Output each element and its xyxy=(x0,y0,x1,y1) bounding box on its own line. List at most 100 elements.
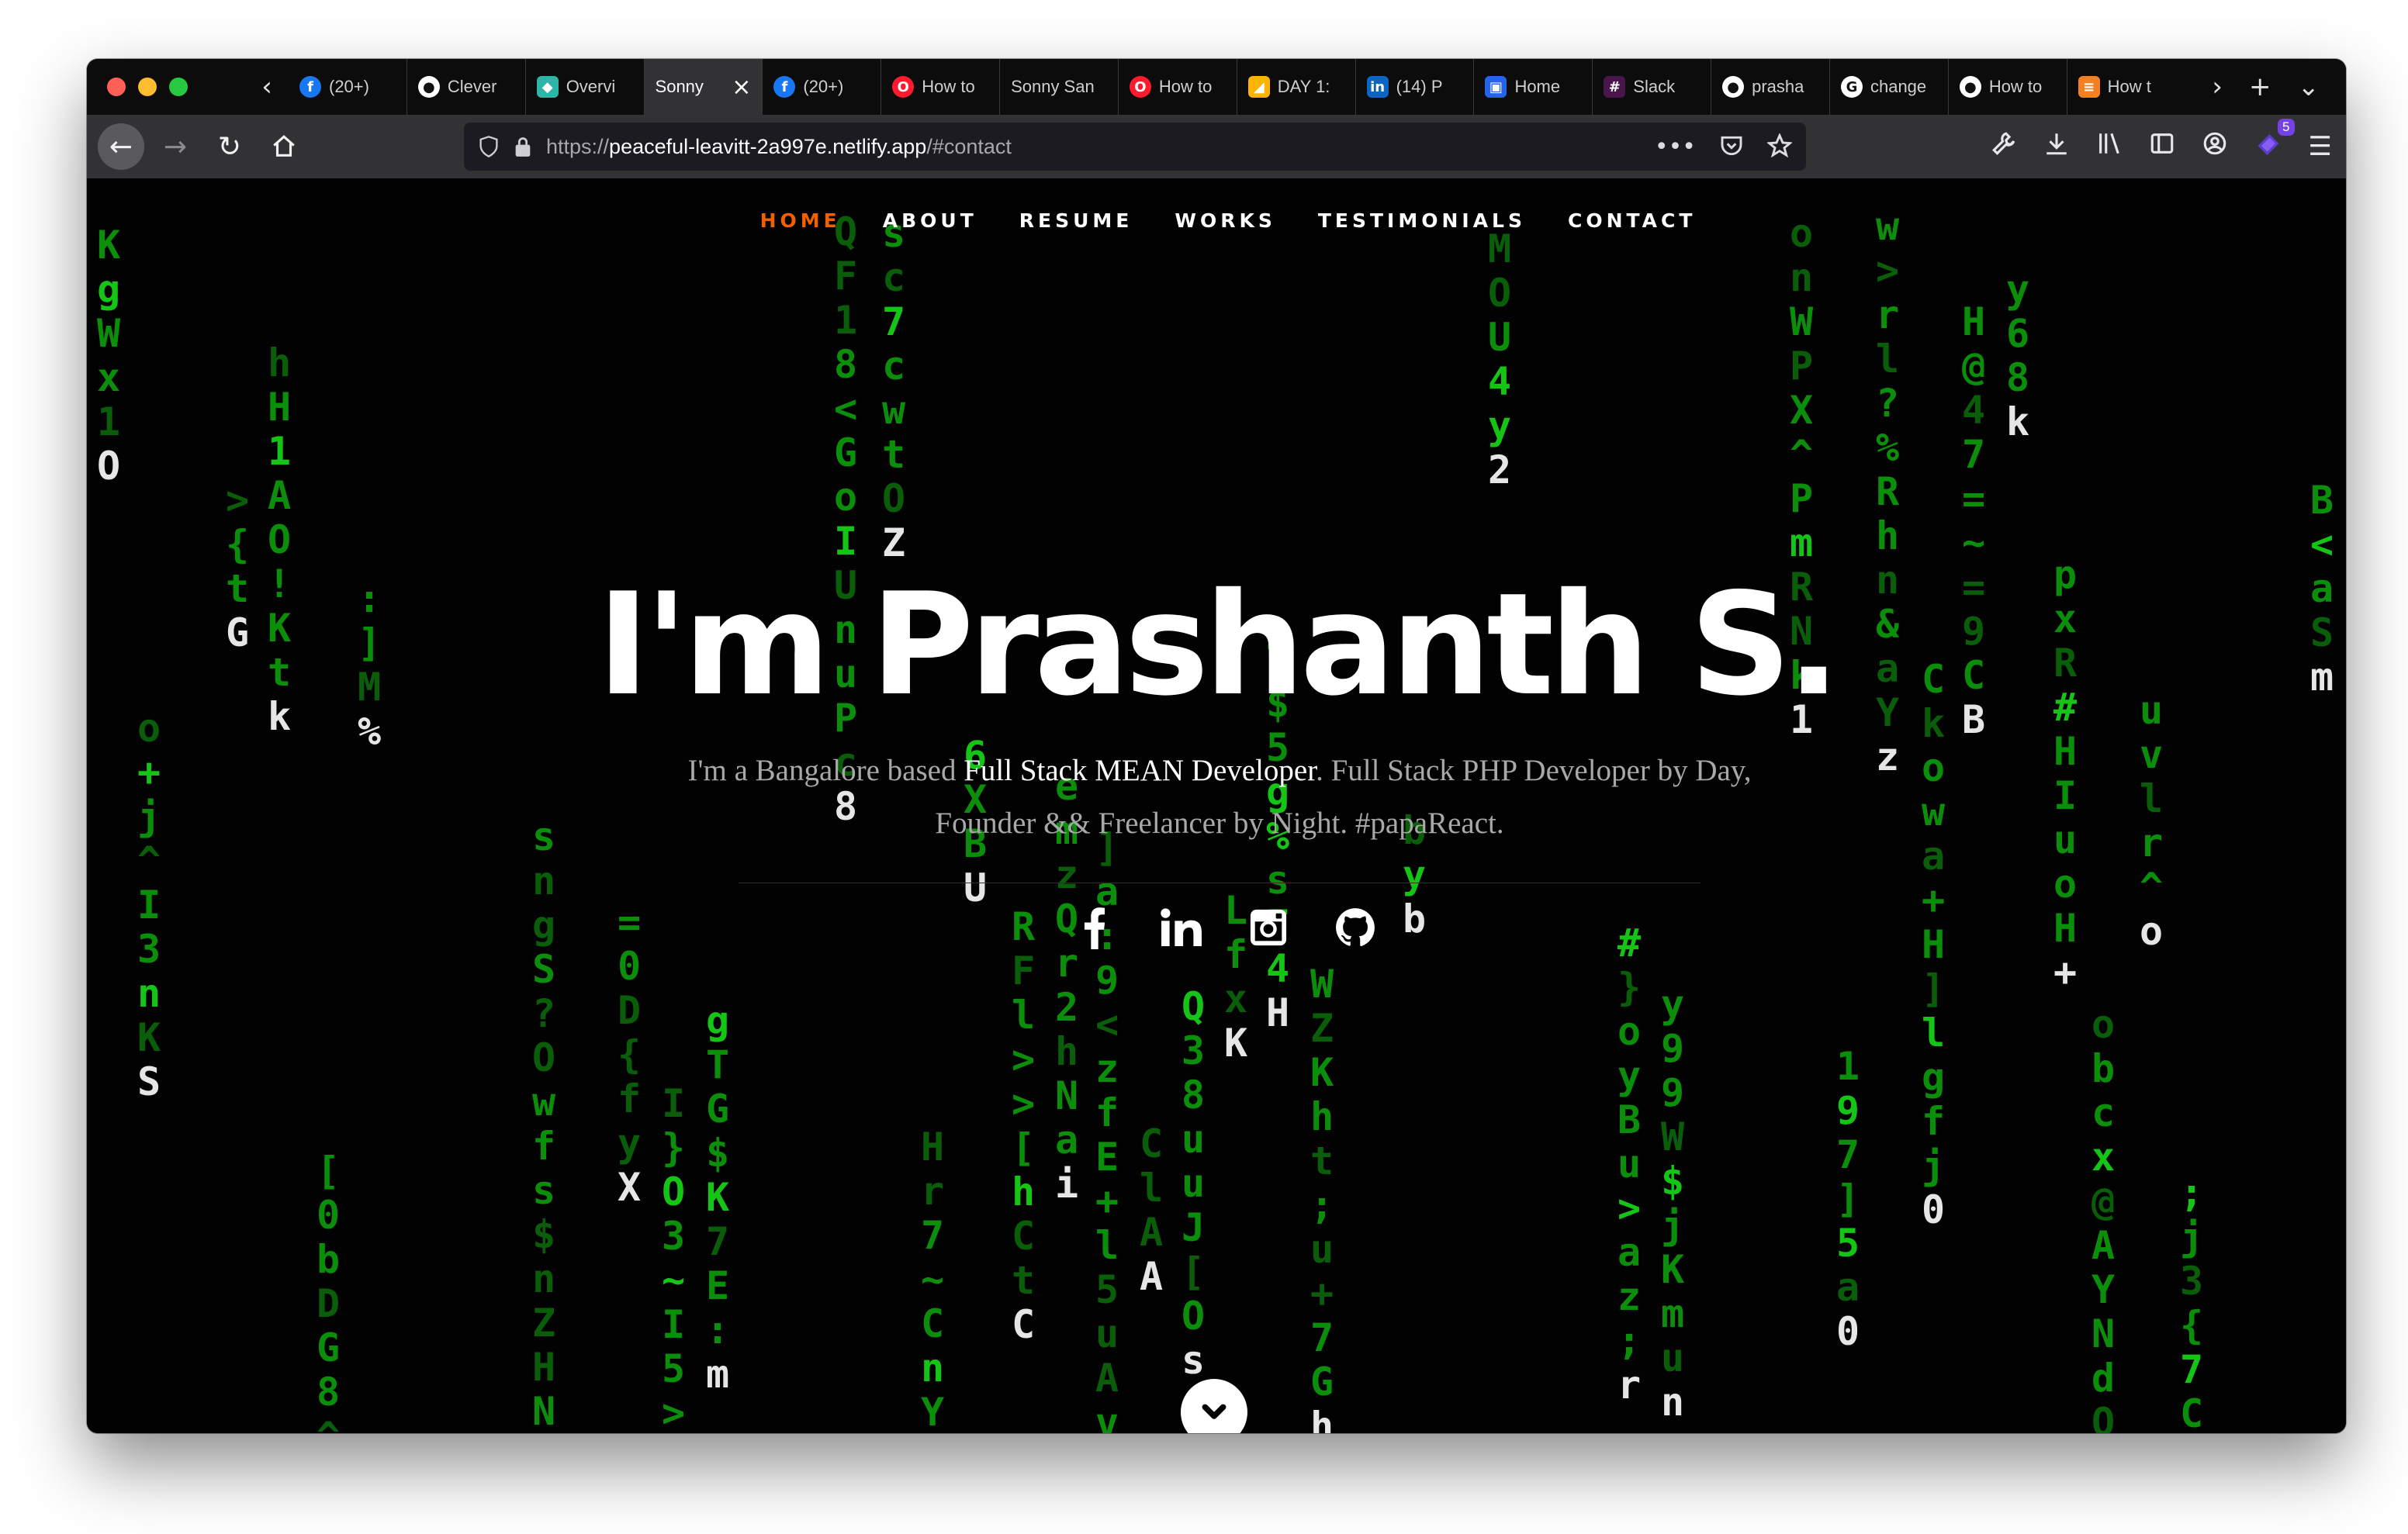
matrix-glyph: t xyxy=(1012,1258,1036,1303)
matrix-glyph: W xyxy=(1661,1114,1685,1159)
matrix-glyph: 3 xyxy=(1182,1028,1206,1073)
nav-resume-link[interactable]: RESUME xyxy=(1019,209,1133,232)
browser-tab[interactable]: Sonny × xyxy=(644,59,763,115)
maximize-window-button[interactable] xyxy=(169,78,188,96)
browser-tab[interactable]: ◆ Overvi xyxy=(526,59,645,115)
matrix-glyph: Y xyxy=(921,1390,945,1433)
intro-prefix: I'm a Bangalore based xyxy=(687,754,957,787)
nav-testimonials-link[interactable]: TESTIMONIALS xyxy=(1318,209,1526,232)
browser-tab[interactable]: in (14) P xyxy=(1356,59,1475,115)
browser-tab[interactable]: ● Clever xyxy=(407,59,526,115)
matrix-glyph: 0 xyxy=(317,1193,341,1238)
matrix-glyph: c xyxy=(882,344,906,389)
nav-contact-link[interactable]: CONTACT xyxy=(1568,209,1696,232)
matrix-glyph: T xyxy=(706,1042,730,1087)
downloads-icon[interactable] xyxy=(2043,130,2070,164)
matrix-glyph: ? xyxy=(1876,381,1900,426)
matrix-glyph: y xyxy=(1403,852,1427,897)
matrix-glyph: K xyxy=(137,1015,161,1060)
matrix-glyph: 0 xyxy=(1836,1309,1860,1354)
matrix-glyph: 4 xyxy=(1962,388,1986,433)
matrix-glyph: x xyxy=(2091,1135,2116,1180)
browser-tab[interactable]: f (20+) xyxy=(289,59,407,115)
browser-tab[interactable]: O How to xyxy=(881,59,1001,115)
bookmark-star-icon[interactable] xyxy=(1767,133,1792,158)
matrix-glyph: m xyxy=(1790,520,1814,565)
instagram-icon[interactable] xyxy=(1247,906,1290,949)
matrix-glyph: A xyxy=(1095,1356,1119,1401)
matrix-glyph: o xyxy=(1617,1009,1642,1054)
matrix-glyph: A xyxy=(268,473,292,518)
linkedin-icon[interactable] xyxy=(1160,906,1203,949)
matrix-glyph: + xyxy=(1310,1271,1334,1316)
matrix-glyph: G xyxy=(1310,1360,1334,1404)
matrix-glyph: o xyxy=(834,475,858,520)
browser-tab[interactable]: O How to xyxy=(1119,59,1237,115)
new-tab-icon[interactable]: + xyxy=(2249,71,2271,102)
account-icon[interactable] xyxy=(2202,130,2228,164)
matrix-glyph: } xyxy=(1617,965,1642,1010)
close-window-button[interactable] xyxy=(107,78,126,96)
tab-label: How to xyxy=(1988,77,2043,96)
browser-tab[interactable]: # Slack xyxy=(1593,59,1712,115)
address-bar[interactable]: https://peaceful-leavitt-2a997e.netlify.… xyxy=(464,123,1806,171)
matrix-glyph: 9 xyxy=(1836,1088,1860,1133)
library-icon[interactable] xyxy=(2096,130,2123,164)
forward-button[interactable]: → xyxy=(152,123,199,170)
matrix-glyph: I xyxy=(662,1302,686,1347)
matrix-glyph: a xyxy=(1836,1265,1860,1310)
url-actions: ••• xyxy=(1655,133,1792,161)
matrix-glyph: 2 xyxy=(1055,985,1079,1030)
sidebar-icon[interactable] xyxy=(2149,130,2175,164)
menu-icon[interactable]: ☰ xyxy=(2309,131,2332,162)
minimize-window-button[interactable] xyxy=(138,78,157,96)
browser-tab[interactable]: ● How to xyxy=(1949,59,2067,115)
matrix-glyph: N xyxy=(1055,1073,1079,1118)
matrix-glyph: O xyxy=(268,517,292,562)
matrix-glyph: h xyxy=(1012,1170,1036,1214)
matrix-glyph: s xyxy=(1266,858,1290,903)
matrix-glyph: 5 xyxy=(1836,1221,1860,1266)
tabs-scroll-left-icon[interactable]: ‹ xyxy=(245,59,289,115)
extension-button[interactable]: 5 xyxy=(2254,118,2295,164)
nav-works-link[interactable]: WORKS xyxy=(1175,209,1275,232)
site-navigation: HOME ABOUT RESUME WORKS TESTIMONIALS CON… xyxy=(87,209,2346,232)
matrix-glyph: H xyxy=(1962,299,1986,344)
matrix-glyph: ~ xyxy=(662,1258,686,1303)
matrix-glyph: y xyxy=(1661,982,1685,1027)
browser-tab[interactable]: ● prasha xyxy=(1711,59,1830,115)
matrix-glyph: 9 xyxy=(1095,958,1119,1003)
matrix-glyph: 1 xyxy=(1836,1044,1860,1089)
tabs-scroll-right-icon[interactable]: › xyxy=(2212,71,2223,102)
wrench-icon[interactable] xyxy=(1991,130,2017,164)
lock-icon[interactable] xyxy=(514,136,532,157)
github-icon[interactable] xyxy=(1334,906,1377,949)
matrix-glyph: A xyxy=(1140,1254,1164,1299)
browser-tab[interactable]: ≡ How t xyxy=(2067,59,2186,115)
nav-about-link[interactable]: ABOUT xyxy=(883,209,977,232)
home-button[interactable] xyxy=(261,123,307,170)
matrix-glyph: h xyxy=(268,340,292,385)
nav-home-link[interactable]: HOME xyxy=(760,209,841,232)
tab-label: Sonny xyxy=(655,77,704,96)
list-all-tabs-icon[interactable]: ⌄ xyxy=(2298,71,2320,102)
matrix-glyph: 8 xyxy=(1182,1073,1206,1118)
page-actions-icon[interactable]: ••• xyxy=(1655,133,1696,161)
facebook-icon[interactable] xyxy=(1073,906,1116,949)
close-tab-icon[interactable]: × xyxy=(732,74,751,101)
matrix-glyph: K xyxy=(1224,1021,1248,1066)
matrix-glyph: } xyxy=(662,1125,686,1170)
matrix-glyph: G xyxy=(317,1325,341,1370)
browser-tab[interactable]: ◢ DAY 1: xyxy=(1237,59,1356,115)
back-button[interactable]: ← xyxy=(98,123,144,170)
pocket-icon[interactable] xyxy=(1719,133,1744,158)
browser-tab[interactable]: Gchange xyxy=(1830,59,1949,115)
browser-tab[interactable]: Sonny San xyxy=(1000,59,1119,115)
matrix-glyph: ~ xyxy=(921,1257,945,1302)
reload-button[interactable]: ↻ xyxy=(206,123,253,170)
browser-tab[interactable]: ▣ Home xyxy=(1474,59,1593,115)
matrix-glyph: { xyxy=(618,1032,642,1077)
tracking-protection-shield-icon[interactable] xyxy=(478,135,500,158)
browser-tab[interactable]: f (20+) xyxy=(763,59,882,115)
matrix-glyph: ] xyxy=(1836,1176,1860,1221)
